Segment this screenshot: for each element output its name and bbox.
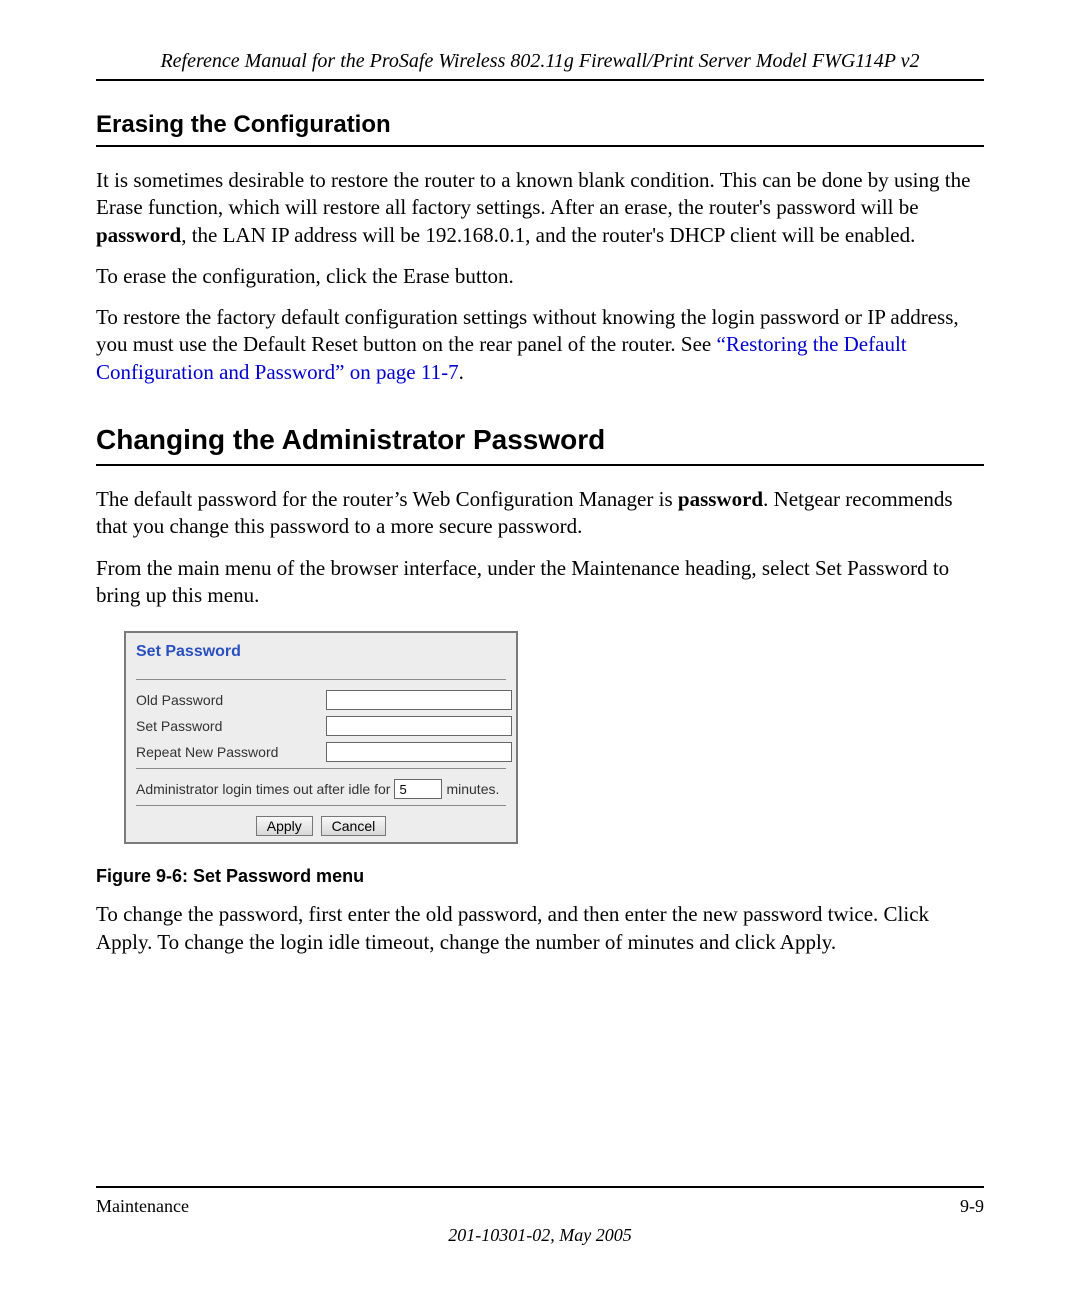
apply-button[interactable]: Apply [256, 816, 313, 836]
body-paragraph: It is sometimes desirable to restore the… [96, 167, 984, 249]
set-password-label: Set Password [136, 718, 326, 734]
section-rule [96, 145, 984, 147]
old-password-input[interactable] [326, 690, 512, 710]
footer-chapter: Maintenance [96, 1196, 189, 1217]
figure-set-password: Set Password Old Password Set Password R… [124, 631, 984, 844]
form-row-old-password: Old Password [136, 690, 506, 710]
body-paragraph: The default password for the router’s We… [96, 486, 984, 541]
running-header: Reference Manual for the ProSafe Wireles… [96, 50, 984, 73]
panel-divider [136, 679, 506, 680]
text: , the LAN IP address will be 192.168.0.1… [181, 223, 915, 247]
body-paragraph: To restore the factory default configura… [96, 304, 984, 386]
timeout-post-text: minutes. [446, 781, 499, 797]
set-password-input[interactable] [326, 716, 512, 736]
cancel-button[interactable]: Cancel [321, 816, 387, 836]
text: The default password for the router’s We… [96, 487, 678, 511]
idle-timeout-input[interactable] [394, 779, 442, 799]
footer-docid: 201-10301-02, May 2005 [96, 1225, 984, 1246]
timeout-pre-text: Administrator login times out after idle… [136, 781, 390, 797]
panel-button-row: Apply Cancel [136, 816, 506, 836]
page-footer: Maintenance 9-9 201-10301-02, May 2005 [96, 1186, 984, 1246]
header-rule [96, 79, 984, 81]
bold-text: password [678, 487, 763, 511]
section-rule [96, 464, 984, 466]
body-paragraph: To erase the configuration, click the Er… [96, 263, 984, 290]
form-row-set-password: Set Password [136, 716, 506, 736]
body-paragraph: From the main menu of the browser interf… [96, 555, 984, 610]
old-password-label: Old Password [136, 692, 326, 708]
figure-caption: Figure 9-6: Set Password menu [96, 866, 984, 887]
idle-timeout-row: Administrator login times out after idle… [136, 779, 506, 799]
footer-page-number: 9-9 [960, 1196, 984, 1217]
panel-divider [136, 768, 506, 769]
text: . [459, 360, 464, 384]
repeat-password-input[interactable] [326, 742, 512, 762]
text: It is sometimes desirable to restore the… [96, 168, 970, 219]
footer-rule [96, 1186, 984, 1188]
panel-title: Set Password [136, 643, 506, 661]
set-password-panel: Set Password Old Password Set Password R… [124, 631, 518, 844]
section-heading-changing-password: Changing the Administrator Password [96, 424, 984, 456]
bold-text: password [96, 223, 181, 247]
section-heading-erasing: Erasing the Configuration [96, 111, 984, 139]
repeat-password-label: Repeat New Password [136, 744, 326, 760]
form-row-repeat-password: Repeat New Password [136, 742, 506, 762]
body-paragraph: To change the password, first enter the … [96, 901, 984, 956]
panel-divider [136, 805, 506, 806]
